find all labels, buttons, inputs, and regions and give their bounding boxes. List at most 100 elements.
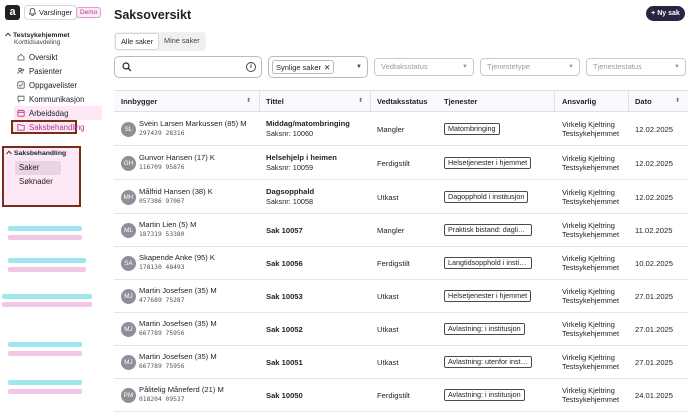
citizen-id: 477689 75287 [139,297,185,304]
sidebar-item-oppgavelister[interactable]: Oppgavelister [14,78,102,92]
responsible-name: Virkelig Kjeltring [562,120,615,129]
avatar: MH [121,190,136,205]
page-title: Saksoversikt [114,8,192,22]
column-header-dato[interactable]: Dato ⬍ [635,91,685,112]
section-header[interactable]: Saksbehandling [6,150,79,157]
responsible-name: Virkelig Kjeltring [562,254,615,263]
sidebar-item-label: Oppgavelister [29,80,78,90]
column-header-tittel[interactable]: Tittel ⬍ [266,91,370,112]
filter-chip: Synlige saker ✕ [272,60,335,74]
responsible-name: Virkelig Kjeltring [562,386,615,395]
placeholder-bar [8,389,82,394]
case-date: 12.02.2025 [635,193,674,202]
sidebar-nav: Oversikt Pasienter Oppgavelister Kommuni… [11,50,102,134]
responsible: Virkelig Kjeltring Testsykehjemmet [562,120,619,138]
citizen-name: Skapende Anke (95) K [139,253,215,262]
notifications-button[interactable]: Varslinger [24,5,78,20]
users-icon [17,67,25,75]
tjenestetype-select[interactable]: Tjenestetype ▼ [480,58,580,76]
placeholder-bar [8,267,86,272]
sidebar-item-pasienter[interactable]: Pasienter [14,64,102,78]
case-date: 12.02.2025 [635,159,674,168]
responsible-name: Virkelig Kjeltring [562,320,615,329]
case-number: Saksnr: 10058 [266,197,314,206]
table-row[interactable]: ML Martin Lien (5) M 187319 53380 Sak 10… [114,214,688,247]
citizen-name: Martin Josefsen (35) M [139,286,217,295]
column-divider [628,91,629,112]
table-row[interactable]: GH Gunvor Hansen (17) K 116709 95876 Hel… [114,147,688,180]
section-title: Saksbehandling [14,150,67,157]
sidebar-item-label: Kommunikasjon [29,94,85,104]
chevron-down-icon: ▼ [462,64,468,70]
case-date: 10.02.2025 [635,259,674,268]
column-label: Innbygger [121,97,158,106]
table-row[interactable]: MJ Martin Josefsen (35) M 477689 75287 S… [114,280,688,313]
visibility-filter[interactable]: Synlige saker ✕ ▼ [268,56,368,78]
sidebar-item-label: Saksbehandling [29,122,85,132]
case-date: 27.01.2025 [635,358,674,367]
chevron-down-icon: ▼ [356,64,362,70]
org-selector[interactable]: Testsykehjemmet Korttidsavdeling [5,32,101,46]
vedtaksstatus-select[interactable]: Vedtaksstatus ▼ [374,58,474,76]
sidebar-item-label: Arbeidsdag [29,108,69,118]
app-logo[interactable]: a [5,5,20,20]
column-divider [259,91,260,112]
case-date: 27.01.2025 [635,292,674,301]
citizen-name: Martin Josefsen (35) M [139,352,217,361]
case-title: Sak 10050 [266,391,303,400]
home-icon [17,53,25,61]
tab-alle-saker[interactable]: Alle saker [115,33,160,50]
column-header-ansvarlig[interactable]: Ansvarlig [562,91,596,112]
table-row[interactable]: SA Skapende Anke (95) K 178130 48493 Sak… [114,247,688,280]
responsible: Virkelig Kjeltring Testsykehjemmet [562,386,619,404]
case-title: Sak 10053 [266,292,303,301]
citizen-name: Martin Josefsen (35) M [139,319,217,328]
avatar: GH [121,156,136,171]
sidebar-item-kommunikasjon[interactable]: Kommunikasjon [14,92,102,106]
sidebar-subitem-saker[interactable]: Saker [15,161,61,175]
decision-status: Utkast [377,325,399,334]
column-header-innbygger[interactable]: Innbygger ⬍ [121,91,259,112]
table-row[interactable]: MJ Martin Josefsen (35) M 667789 75956 S… [114,313,688,346]
demo-badge: Demo [76,7,102,18]
case-title: Helsehjelp i heimen [266,153,337,162]
avatar: MJ [121,289,136,304]
sidebar-item-label: Oversikt [29,52,58,62]
table-row[interactable]: PM Pålitelig Måneferd (21) M 018204 0953… [114,379,688,412]
avatar: SA [121,256,136,271]
placeholder-bar [8,342,82,347]
responsible: Virkelig Kjeltring Testsykehjemmet [562,188,619,206]
chevron-up-icon [6,150,12,157]
table-row[interactable]: MH Målfrid Hansen (38) K 057386 97067 Da… [114,181,688,214]
select-placeholder: Tjenestestatus [593,62,642,71]
citizen-name: Pålitelig Måneferd (21) M [139,385,224,394]
placeholder-bar [8,235,82,240]
chevron-down-icon: ▼ [674,64,680,70]
sidebar-item-arbeidsdag[interactable]: Arbeidsdag [14,106,102,120]
search-input[interactable]: i [114,56,262,78]
tab-mine-saker[interactable]: Mine saker [159,33,205,50]
saksbehandling-section: Saksbehandling Saker Søknader [2,146,81,207]
sidebar-item-saksbehandling[interactable]: Saksbehandling [11,120,85,134]
info-icon[interactable]: i [246,62,256,72]
responsible: Virkelig Kjeltring Testsykehjemmet [562,287,619,305]
sidebar-item-oversikt[interactable]: Oversikt [14,50,102,64]
column-header-tjenester[interactable]: Tjenester [444,91,477,112]
column-header-vedtaksstatus[interactable]: Vedtaksstatus [377,91,427,112]
sidebar-subitem-soknader[interactable]: Søknader [15,175,61,189]
responsible-unit: Testsykehjemmet [562,329,620,338]
decision-status: Ferdigstilt [377,259,410,268]
decision-status: Utkast [377,193,399,202]
close-icon[interactable]: ✕ [324,63,330,72]
table-row[interactable]: MJ Martin Josefsen (35) M 667789 75956 S… [114,346,688,379]
service-tag: Langtidsopphold i institu… [444,257,532,269]
column-label: Dato [635,97,652,106]
table-row[interactable]: SL Svein Larsen Markussen (85) M 297439 … [114,113,688,146]
new-case-button[interactable]: + Ny sak [646,6,685,21]
chip-label: Synlige saker [276,62,322,72]
citizen-name: Målfrid Hansen (38) K [139,187,213,196]
responsible-unit: Testsykehjemmet [562,163,620,172]
column-divider [370,91,371,112]
tjenestestatus-select[interactable]: Tjenestestatus ▼ [586,58,686,76]
citizen-id: 057386 97067 [139,198,185,205]
